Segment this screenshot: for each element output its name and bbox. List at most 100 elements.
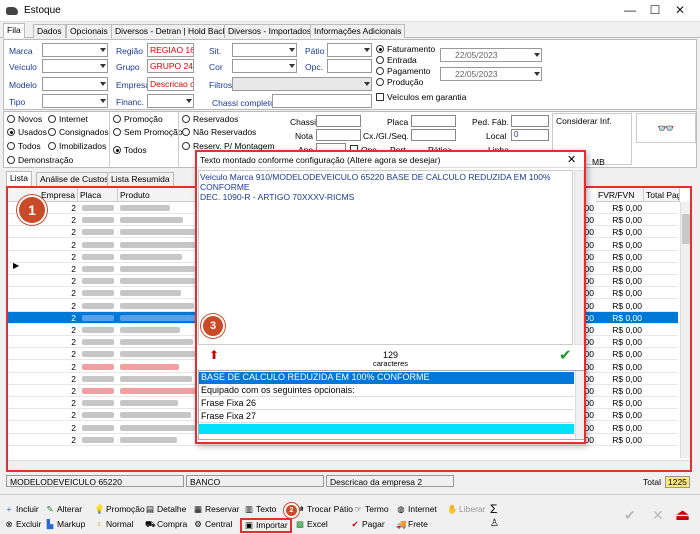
promocao-button[interactable]: 💡Promoção bbox=[94, 504, 145, 515]
patio-combo[interactable] bbox=[327, 43, 372, 57]
col-total-pag[interactable]: Total Pag bbox=[644, 188, 680, 202]
tab-opcionais[interactable]: Opcionais bbox=[66, 24, 112, 38]
marca-combo[interactable] bbox=[42, 43, 108, 57]
cell-placa-redacted bbox=[82, 412, 114, 419]
cell-placa-redacted bbox=[82, 314, 114, 321]
close-button[interactable]: ✕ bbox=[670, 3, 690, 17]
tab-lista-resumida[interactable]: Lista Resumida bbox=[107, 172, 174, 186]
radio-entrada[interactable] bbox=[376, 56, 384, 64]
radio-novos[interactable] bbox=[7, 115, 15, 123]
dialog-text-scrollbar[interactable] bbox=[574, 170, 584, 345]
phrase-item-4[interactable]: Frase Fixa 27 bbox=[199, 411, 574, 423]
radio-faturamento[interactable] bbox=[376, 45, 384, 53]
trocar-patio-button[interactable]: ⇄ Trocar Pátio bbox=[295, 504, 353, 515]
col-fvr-fvn[interactable]: FVR/FVN bbox=[596, 188, 644, 202]
radio-consignados[interactable] bbox=[48, 128, 56, 136]
alterar-button[interactable]: ✎ Alterar bbox=[45, 504, 82, 515]
tab-lista[interactable]: Lista bbox=[6, 171, 32, 186]
incluir-button[interactable]: + Incluir bbox=[4, 504, 39, 514]
tab-diversos-importados[interactable]: Diversos - Importados bbox=[224, 24, 316, 38]
grid-vscrollbar[interactable] bbox=[680, 202, 690, 458]
date-from-picker[interactable]: 22/05/2023 bbox=[440, 48, 542, 62]
phrase-item-3[interactable]: Frase Fixa 26 bbox=[199, 398, 574, 410]
tab-diversos-detran[interactable]: Diversos - Detran | Hold Back bbox=[111, 24, 231, 38]
chassi-completo-input[interactable] bbox=[272, 94, 372, 108]
veiculos-garantia-checkbox[interactable] bbox=[376, 93, 384, 101]
financ-combo[interactable] bbox=[147, 94, 194, 108]
date-to-picker[interactable]: 22/05/2023 bbox=[440, 67, 542, 81]
pagar-button[interactable]: ✔ Pagar bbox=[350, 519, 384, 530]
col-produto[interactable]: Produto bbox=[118, 188, 198, 202]
exit-icon[interactable]: ⏏ bbox=[675, 505, 690, 525]
search-button[interactable]: 👓 bbox=[636, 113, 696, 143]
placa-input[interactable] bbox=[411, 115, 456, 127]
sigma-button[interactable]: Σ bbox=[490, 502, 497, 516]
radio-pagamento[interactable] bbox=[376, 67, 384, 75]
radio-todos-2[interactable] bbox=[113, 146, 121, 154]
tab-analise-custos[interactable]: Análise de Custos bbox=[36, 172, 113, 186]
radio-internet[interactable] bbox=[48, 115, 56, 123]
cxgl-input[interactable] bbox=[411, 129, 456, 141]
excel-button[interactable]: ▩ Excel bbox=[295, 519, 328, 530]
radio-nao-reservados[interactable] bbox=[182, 128, 190, 136]
col-empresa[interactable]: Empresa bbox=[8, 188, 78, 202]
markup-button[interactable]: ▙ Markup bbox=[45, 519, 86, 530]
texto-button[interactable]: ▥ Texto bbox=[244, 504, 276, 515]
radio-reservados[interactable] bbox=[182, 115, 190, 123]
importar-button[interactable]: ▣ Importar bbox=[240, 518, 292, 533]
confirm-icon[interactable]: ✔ bbox=[624, 507, 636, 524]
confirm-check-icon[interactable]: ✔ bbox=[559, 346, 572, 364]
detalhe-button[interactable]: ▤ Detalhe bbox=[145, 504, 186, 515]
grid-vscroll-thumb[interactable] bbox=[682, 214, 690, 244]
excluir-button[interactable]: ⊗ Excluir bbox=[4, 519, 41, 530]
phrase-item-2[interactable]: Equipado com os seguintes opcionais: bbox=[199, 385, 574, 397]
grupo-combo[interactable]: GRUPO 24 bbox=[147, 59, 194, 73]
empresa-combo[interactable]: Descricao c bbox=[147, 77, 194, 91]
normal-button[interactable]: ♀ Normal bbox=[94, 519, 134, 529]
col-placa[interactable]: Placa bbox=[78, 188, 118, 202]
phrase-list-scrollbar[interactable] bbox=[575, 371, 584, 439]
reservar-button[interactable]: ▦ Reservar bbox=[193, 504, 240, 515]
tab-dados[interactable]: Dados bbox=[33, 24, 66, 38]
dialog-close-icon[interactable]: ✕ bbox=[567, 153, 576, 166]
compra-button[interactable]: ⛟Compra bbox=[145, 519, 187, 531]
radio-sem-promocao[interactable] bbox=[113, 128, 121, 136]
tab-fila[interactable]: Fila bbox=[3, 23, 25, 38]
radio-producao[interactable] bbox=[376, 78, 384, 86]
termo-button[interactable]: ☞ Termo bbox=[353, 504, 388, 515]
radio-demonstracao[interactable] bbox=[7, 156, 15, 164]
chassi-input[interactable] bbox=[316, 115, 361, 127]
opc-input[interactable] bbox=[327, 59, 372, 73]
cancel-icon[interactable]: ✕ bbox=[652, 507, 664, 524]
veiculo-combo[interactable] bbox=[42, 59, 108, 73]
sit-combo[interactable] bbox=[232, 43, 297, 57]
phrase-item-1[interactable]: BASE DE CALCULO REDUZIDA EM 100% CONFORM… bbox=[199, 372, 574, 384]
modelo-combo[interactable] bbox=[42, 77, 108, 91]
liberar-button[interactable]: ✋Liberar bbox=[447, 504, 485, 515]
grid-hscrollbar[interactable] bbox=[8, 460, 690, 470]
radio-promocao[interactable] bbox=[113, 115, 121, 123]
empresa-label: Empresa bbox=[116, 80, 151, 90]
nota-input[interactable] bbox=[316, 129, 361, 141]
arrow-up-icon[interactable]: ⬆ bbox=[209, 348, 219, 362]
frete-button[interactable]: 🚚Frete bbox=[396, 519, 428, 530]
maximize-button[interactable]: ☐ bbox=[645, 3, 665, 17]
tab-info-adicionais[interactable]: Informações Adicionais bbox=[310, 24, 406, 38]
central-button[interactable]: ⚙ Central bbox=[193, 519, 232, 530]
internet-button[interactable]: ◍ Internet bbox=[396, 504, 437, 515]
tipo-combo[interactable] bbox=[42, 94, 108, 108]
filtros-combo[interactable] bbox=[232, 77, 372, 91]
cor-combo[interactable] bbox=[232, 59, 297, 73]
local-input[interactable]: 0 bbox=[511, 129, 549, 141]
radio-imobilizados[interactable] bbox=[48, 142, 56, 150]
dialog-text-area[interactable]: Veiculo Marca 910/MODELODEVEICULO 65220 … bbox=[198, 170, 573, 345]
ped-fab-input[interactable] bbox=[511, 115, 549, 127]
person-icon[interactable]: ♙ bbox=[490, 518, 499, 529]
regiao-combo[interactable]: REGIAO 16 bbox=[147, 43, 194, 57]
radio-reserv-montagem[interactable] bbox=[182, 142, 190, 150]
radio-usados[interactable] bbox=[7, 128, 15, 136]
radio-todos-1[interactable] bbox=[7, 142, 15, 150]
phrase-item-5[interactable] bbox=[199, 424, 574, 434]
import-icon: ▣ bbox=[244, 520, 254, 530]
minimize-button[interactable]: — bbox=[620, 3, 640, 17]
